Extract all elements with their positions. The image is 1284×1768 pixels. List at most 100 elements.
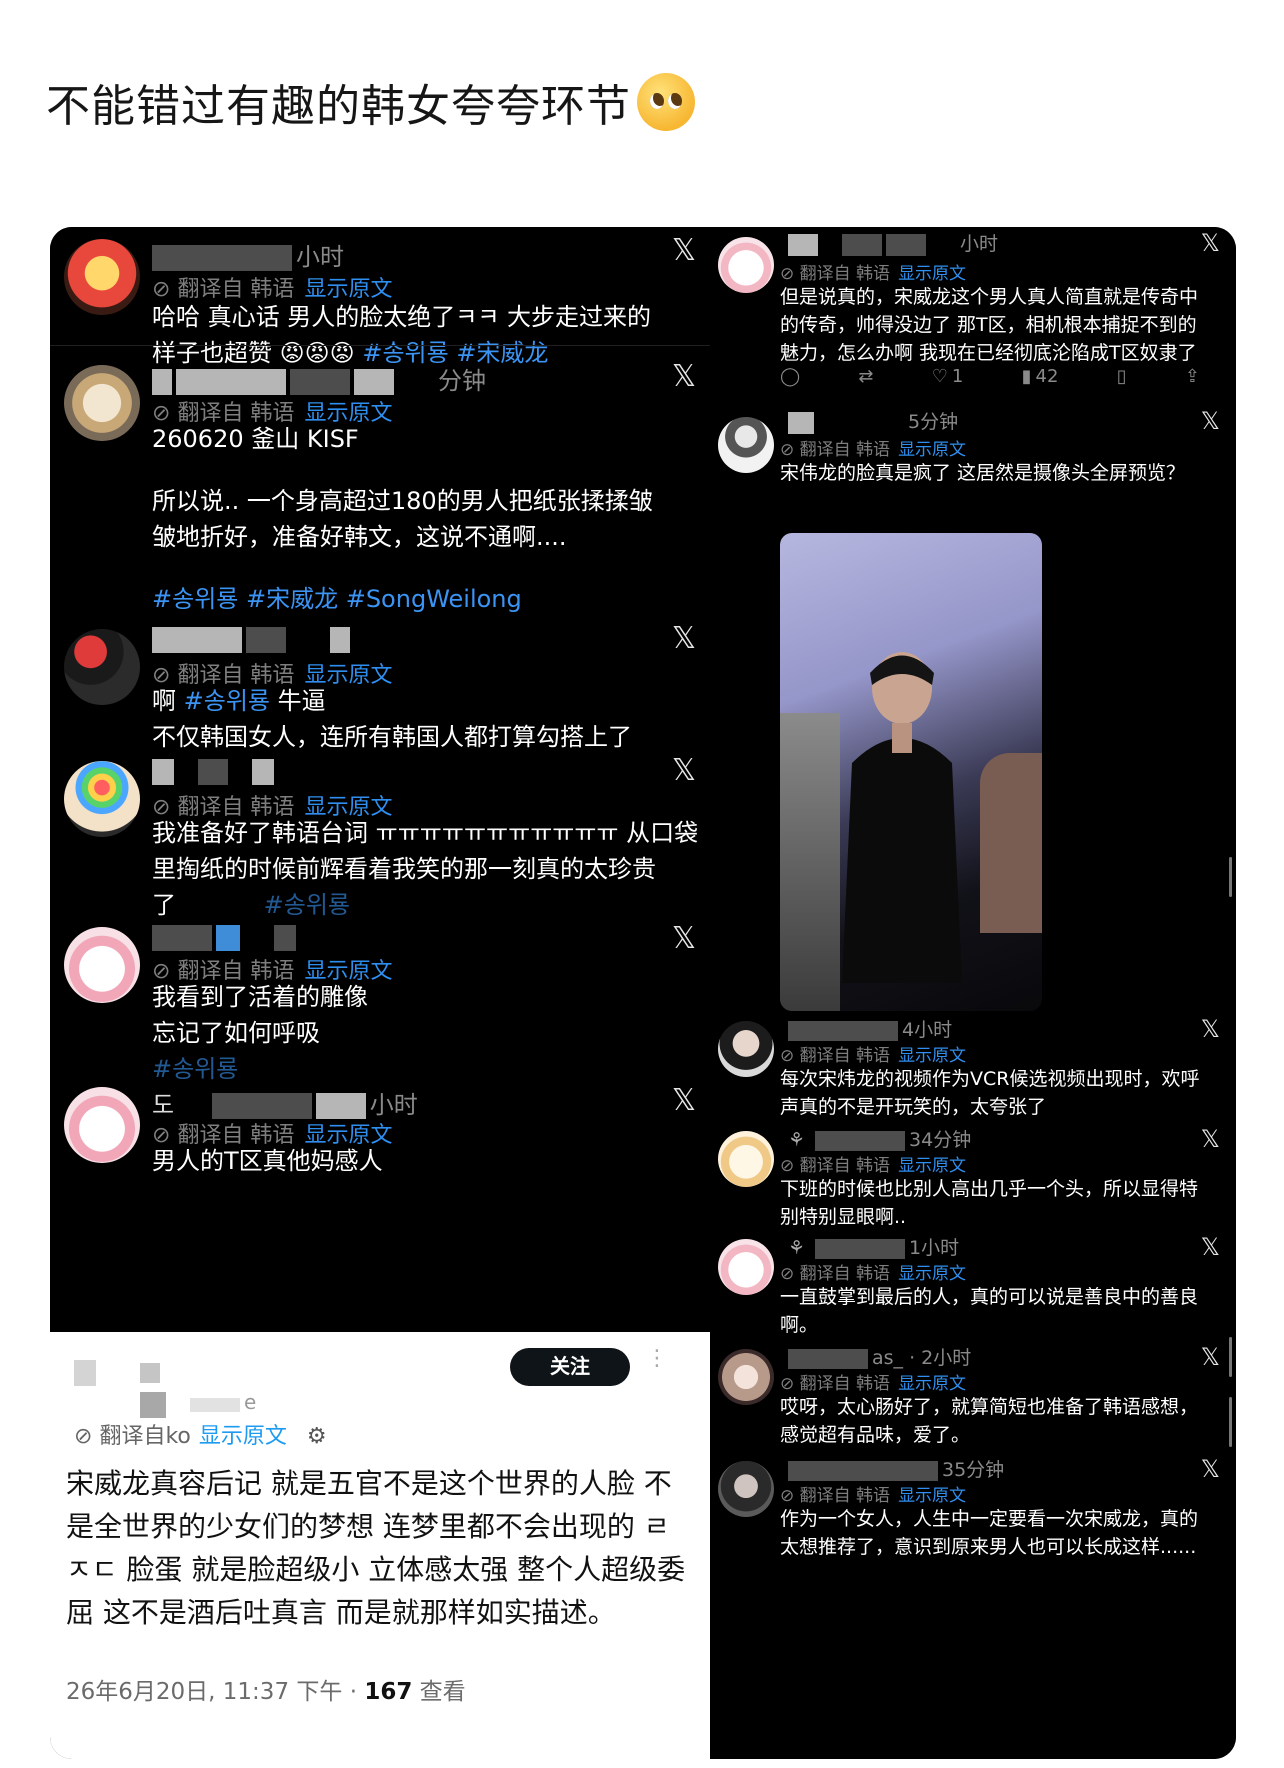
tweet-handle[interactable] [152,923,300,951]
gear-icon[interactable]: ⚙ [307,1424,327,1449]
tweet-r2[interactable]: 5分钟 𝕏 ⊘ 翻译自 韩语 显示原文 宋伟龙的脸真是疯了 这居然是摄像头全屏预览… [710,407,1236,1011]
avatar[interactable] [64,365,140,441]
x-logo-icon: 𝕏 [1200,229,1220,257]
tweet-handle[interactable]: 도 小时 [152,1085,418,1120]
x-logo-icon: 𝕏 [671,1083,696,1118]
performer-silhouette [842,652,962,983]
show-original-link[interactable]: 显示原文 [898,1486,966,1506]
x-logo-icon: 𝕏 [1200,1125,1220,1153]
avatar[interactable] [718,1131,774,1187]
avatar[interactable] [64,629,140,705]
tweet-handle[interactable]: 分钟 [152,361,486,396]
views-icon[interactable]: ▮ 42 [1022,361,1059,391]
scrollbar[interactable] [1229,1397,1232,1447]
tweet-text: 宋伟龙的脸真是疯了 这居然是摄像头全屏预览？ [780,462,1186,484]
tweet-handle[interactable]: 小时 [152,237,344,272]
x-logo-icon: 𝕏 [1200,1455,1220,1483]
x-logo-icon: 𝕏 [1200,1015,1220,1043]
tweet-text: 男人的T区真他妈感人 [152,1147,383,1175]
author-handle[interactable]: e [74,1360,256,1418]
tweet-text: 一直鼓掌到最后的人，真的可以说是善良中的善良啊。 [780,1286,1199,1336]
avatar[interactable] [718,237,774,293]
translation-note: ⊘ 翻译自 韩语 显示原文 [780,1264,967,1284]
tweet-4[interactable]: 𝕏 ⊘ 翻译自 韩语 显示原文 我准备好了韩语台词 ㅠㅠㅠㅠㅠㅠㅠㅠㅠㅠㅠ 从口袋… [50,753,710,919]
tweet-text: 我看到了活着的雕像 忘记了如何呼吸 #송위룡 [152,979,672,1087]
tweet-text: 下班的时候也比别人高出几乎一个头，所以显得特别特别显眼啊.. [780,1178,1199,1228]
tweet-2[interactable]: 分钟 𝕏 ⊘ 翻译自 韩语 显示原文 260620 釜山 KISF 所以说.. 一… [50,357,710,627]
stage-pillar [780,713,840,1011]
hashtag[interactable]: #송위룡 [152,1051,672,1087]
x-logo-icon: 𝕏 [1200,407,1220,435]
translation-note: ⊘ 翻译自 韩语 显示原文 [780,1046,967,1066]
avatar[interactable] [64,761,140,837]
tweet-text: 哎呀，太心肠好了，就算简短也准备了韩语感想，感觉超有品味，爱了。 [780,1396,1199,1446]
tweet-handle[interactable]: ⚘ 34分钟 [788,1125,971,1152]
avatar[interactable] [64,239,140,315]
tweet-text: 作为一个女人，人生中一定要看一次宋威龙，真的太想推荐了，意识到原来男人也可以长成… [780,1508,1199,1558]
tweet-r3[interactable]: 4小时 𝕏 ⊘ 翻译自 韩语 显示原文 每次宋炜龙的视频作为VCR候选视频出现时，… [710,1015,1236,1125]
translation-note: ⊘ 翻译自ko 显示原文 ⚙ [74,1424,327,1449]
show-original-link[interactable]: 显示原文 [898,1156,966,1176]
tweet-handle[interactable]: as_ · 2小时 [788,1343,971,1370]
show-original-link[interactable]: 显示原文 [898,440,966,460]
tweet-text: 我准备好了韩语台词 ㅠㅠㅠㅠㅠㅠㅠㅠㅠㅠㅠ 从口袋 里掏纸的时候前辉看着我笑的那… [152,819,699,919]
x-logo-icon: 𝕏 [671,233,696,268]
post-meta: 26年6月20日, 11:37 下午 · 167 查看 [66,1679,466,1705]
show-original-link[interactable]: 显示原文 [898,1046,966,1066]
tweet-handle[interactable]: 5分钟 [788,407,958,434]
retweet-icon[interactable]: ⇄ [858,361,873,391]
tweet-handle[interactable]: 小时 [788,229,998,256]
tweet-6[interactable]: 도 小时 𝕏 ⊘ 翻译自 韩语 显示原文 男人的T区真他妈感人 [50,1083,710,1332]
translation-note: ⊘ 翻译自 韩语 显示原文 [780,1156,967,1176]
show-original-link[interactable]: 显示原文 [898,1374,966,1394]
avatar[interactable] [64,927,140,1003]
x-logo-icon: 𝕏 [671,921,696,956]
tweet-text: 啊 #송위룡 牛逼 不仅韩国女人，连所有韩国人都打算勾搭上了 [152,687,632,751]
tweet-actions: ◯ ⇄ ♡ 1 ▮ 42 ▯ ⇪ [780,361,1200,391]
avatar[interactable] [718,1461,774,1517]
tweet-r6[interactable]: as_ · 2小时 𝕏 ⊘ 翻译自 韩语 显示原文 哎呀，太心肠好了，就算简短也准… [710,1343,1236,1455]
show-original-link[interactable]: 显示原文 [199,1424,287,1449]
divider [50,345,710,346]
tweet-handle[interactable]: ⚘ 1小时 [788,1233,959,1260]
scrollbar[interactable] [1229,857,1232,897]
tweet-handle[interactable] [152,757,278,785]
tweet-1[interactable]: 小时 𝕏 ⊘ 翻译自 韩语 显示原文 哈哈 真心话 男人的脸太绝了ㅋㅋ 大步走过来… [50,227,710,367]
tweet-r4[interactable]: ⚘ 34分钟 𝕏 ⊘ 翻译自 韩语 显示原文 下班的时候也比别人高出几乎一个头，所以… [710,1125,1236,1235]
avatar[interactable] [718,417,774,473]
tweet-3[interactable]: 𝕏 ⊘ 翻译自 韩语 显示原文 啊 #송위룡 牛逼 不仅韩国女人，连所有韩国人都打… [50,621,710,755]
show-original-link[interactable]: 显示原文 [898,264,966,284]
tweet-r5[interactable]: ⚘ 1小时 𝕏 ⊘ 翻译自 韩语 显示原文 一直鼓掌到最后的人，真的可以说是善良中的… [710,1233,1236,1345]
scrollbar[interactable] [1229,1337,1232,1377]
avatar[interactable] [718,1349,774,1405]
avatar[interactable] [64,1087,140,1163]
tweet-r1[interactable]: 小时 𝕏 ⊘ 翻译自 韩语 显示原文 但是说真的，宋威龙这个男人真人简直就是传奇中… [710,227,1236,405]
post-title: 不能错过有趣的韩女夸夸环节 [46,70,695,134]
hashtag[interactable]: #송위룡 [264,891,350,919]
reply-icon[interactable]: ◯ [780,361,800,391]
post-text: 宋威龙真容后记 就是五官不是这个世界的人脸 不是全世界的少女们的梦想 连梦里都不… [66,1467,686,1629]
tweet-5[interactable]: 𝕏 ⊘ 翻译自 韩语 显示原文 我看到了活着的雕像 忘记了如何呼吸 #송위룡 [50,921,710,1087]
avatar[interactable] [718,1021,774,1077]
tweet-handle[interactable] [152,625,354,653]
hashtag[interactable]: #송위룡 #宋威龙 #SongWeilong [152,581,692,617]
heart-icon[interactable]: ♡ 1 [932,361,964,391]
translation-note: ⊘ 翻译自 韩语 显示原文 [780,264,967,284]
right-tweet-column: 小时 𝕏 ⊘ 翻译自 韩语 显示原文 但是说真的，宋威龙这个男人真人简直就是传奇中… [710,227,1236,1759]
hashtag[interactable]: #송위룡 [184,687,270,715]
tweet-r7[interactable]: 35分钟 𝕏 ⊘ 翻译自 韩语 显示原文 作为一个女人，人生中一定要看一次宋威龙，… [710,1455,1236,1597]
tweet-handle[interactable]: 4小时 [788,1015,952,1042]
x-logo-icon: 𝕏 [671,621,696,656]
video-preview[interactable] [780,533,1042,1011]
share-icon[interactable]: ⇪ [1185,361,1200,391]
follow-button[interactable]: 关注 [510,1348,630,1386]
bookmark-icon[interactable]: ▯ [1117,361,1127,391]
left-tweet-column: 小时 𝕏 ⊘ 翻译自 韩语 显示原文 哈哈 真心话 男人的脸太绝了ㅋㅋ 大步走过来… [50,227,710,1332]
translated-post-card: e 关注 ⋮ ⊘ 翻译自ko 显示原文 ⚙ 宋威龙真容后记 就是五官不是这个世界的人… [50,1332,710,1759]
more-options-icon[interactable]: ⋮ [646,1346,668,1371]
tweet-text: 每次宋炜龙的视频作为VCR候选视频出现时，欢呼声真的不是开玩笑的，太夸张了 [780,1068,1200,1118]
translation-note: ⊘ 翻译自 韩语 显示原文 [780,1486,967,1506]
tweet-handle[interactable]: 35分钟 [788,1455,1004,1482]
show-original-link[interactable]: 显示原文 [898,1264,966,1284]
avatar[interactable] [718,1239,774,1295]
